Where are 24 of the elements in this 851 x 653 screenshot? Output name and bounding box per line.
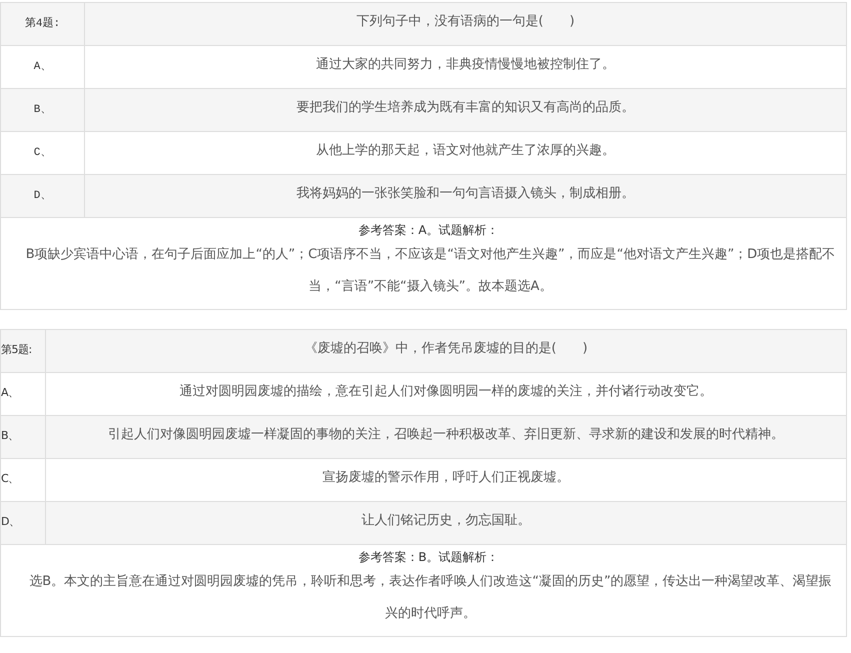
option-letter: B、 bbox=[1, 428, 19, 442]
option-text: 宣扬废墟的警示作用，呼吁人们正视废墟。 bbox=[322, 470, 570, 485]
option-letter: D、 bbox=[34, 189, 52, 201]
option-letter: A、 bbox=[34, 60, 52, 72]
answer-label: 参考答案：A。试题解析： bbox=[358, 223, 499, 237]
explanation-text: B项缺少宾语中心语，在句子后面应加上“的人”；C项语序不当，不应该是“语文对他产生兴趣”，而应是“他对语文产生兴趣”；D项也是搭配不当，“言语”不能“摄入镜头”。故本题选A。 bbox=[24, 246, 836, 296]
option-text: 要把我们的学生培养成为既有丰富的知识又有高尚的品质。 bbox=[296, 100, 634, 115]
option-letter: D、 bbox=[1, 514, 20, 528]
option-text: 从他上学的那天起，语文对他就产生了浓厚的兴趣。 bbox=[316, 143, 615, 158]
option-text: 引起人们对像圆明园废墟一样凝固的事物的关注，召唤起一种积极改革、弃旧更新、寻求新的建设和发展的时代精神。 bbox=[108, 427, 784, 442]
option-text: 通过对圆明园废墟的描绘，意在引起人们对像圆明园一样的废墟的关注，并付诸行动改变它。 bbox=[180, 384, 712, 399]
option-letter: C、 bbox=[1, 471, 19, 485]
answer-label: 参考答案：B。试题解析： bbox=[358, 550, 499, 564]
question-stem: 下列句子中，没有语病的一句是( ) bbox=[356, 14, 575, 29]
option-letter: C、 bbox=[34, 146, 52, 158]
option-text: 让人们铭记历史，勿忘国耻。 bbox=[362, 513, 530, 528]
question-number: 第4题: bbox=[24, 16, 60, 29]
question-number: 第5题: bbox=[1, 342, 32, 356]
option-text: 通过大家的共同努力，非典疫情慢慢地被控制住了。 bbox=[316, 57, 615, 72]
question-stem: 《废墟的召唤》中，作者凭吊废墟的目的是( ) bbox=[304, 341, 588, 356]
option-letter: B、 bbox=[34, 103, 52, 115]
explanation-text: 选B。本文的主旨意在通过对圆明园废墟的凭吊，聆听和思考，表达作者呼唤人们改造这“凝固的历史”的愿望，传达出一种渴望改革、渴望振兴的时代呼声。 bbox=[28, 573, 833, 623]
option-letter: A、 bbox=[1, 385, 19, 399]
option-text: 我将妈妈的一张张笑脸和一句句言语摄入镜头，制成相册。 bbox=[296, 186, 634, 201]
